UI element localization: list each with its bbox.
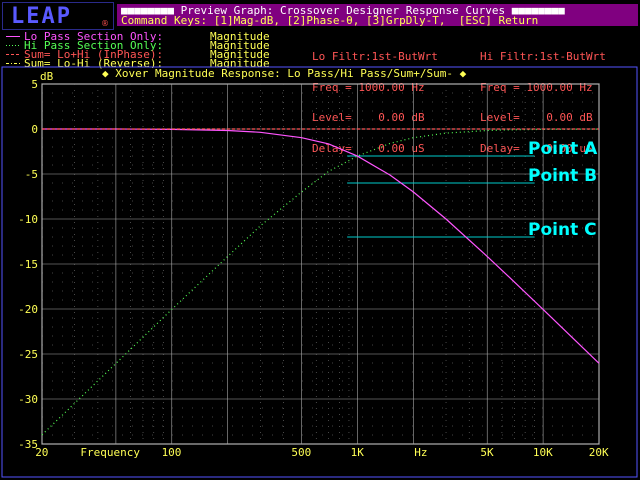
point-label: Point C	[528, 220, 597, 240]
y-tick-label: 0	[31, 123, 38, 136]
y-tick-label: -15	[18, 258, 38, 271]
graph-title: ◆ Xover Magnitude Response: Lo Pass/Hi P…	[102, 67, 467, 80]
y-tick-label: -20	[18, 303, 38, 316]
y-axis-unit: dB	[40, 70, 54, 83]
x-tick-label: 500	[291, 446, 312, 459]
x-tick-label: 1K	[350, 446, 364, 459]
y-tick-label: -35	[18, 438, 38, 451]
series-line-1	[42, 128, 600, 364]
point-label: Point B	[528, 166, 598, 186]
screen: LEAP ® ■■■■■■■■ Preview Graph: Crossover…	[0, 0, 640, 480]
y-tick-label: -30	[18, 393, 38, 406]
x-tick-label: 5K	[480, 446, 494, 459]
x-tick-label: 10K	[532, 446, 553, 459]
series-line-2	[41, 128, 600, 436]
y-tick-label: 5	[31, 78, 38, 91]
x-tick-label: 20K	[588, 446, 609, 459]
x-tick-label: Hz	[414, 446, 428, 459]
y-tick-label: -5	[24, 168, 38, 181]
point-label: Point A	[528, 139, 598, 159]
y-tick-label: -10	[18, 213, 38, 226]
x-tick-label: 100	[161, 446, 182, 459]
x-axis-caption: Frequency	[80, 446, 140, 459]
x-tick-label: 20	[35, 446, 49, 459]
y-tick-label: -25	[18, 348, 38, 361]
